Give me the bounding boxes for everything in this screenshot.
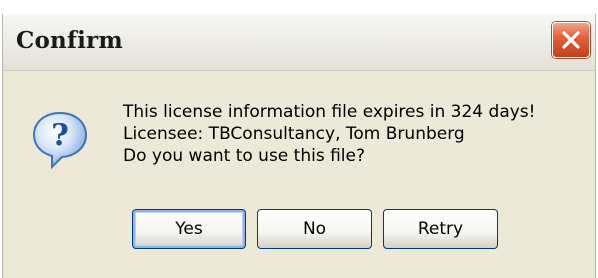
title-bar[interactable]: Confirm <box>3 14 595 71</box>
dialog-body: ? This license information file expires … <box>3 71 595 278</box>
confirm-dialog: Confirm ? This license information file … <box>2 14 596 278</box>
svg-text:?: ? <box>51 118 69 153</box>
message-text: This license information file expires in… <box>123 101 535 167</box>
no-button[interactable]: No <box>257 209 372 249</box>
message-line-question: Do you want to use this file? <box>123 146 366 166</box>
yes-button[interactable]: Yes <box>132 209 246 249</box>
message-line-expiry: This license information file expires in… <box>123 102 536 122</box>
retry-button[interactable]: Retry <box>383 209 498 249</box>
close-button[interactable] <box>552 22 590 58</box>
button-row: Yes No Retry <box>3 209 595 249</box>
message-line-licensee: Licensee: TBConsultancy, Tom Brunberg <box>123 124 465 144</box>
close-icon <box>562 31 580 49</box>
question-icon: ? <box>30 109 92 176</box>
dialog-title: Confirm <box>16 27 123 54</box>
